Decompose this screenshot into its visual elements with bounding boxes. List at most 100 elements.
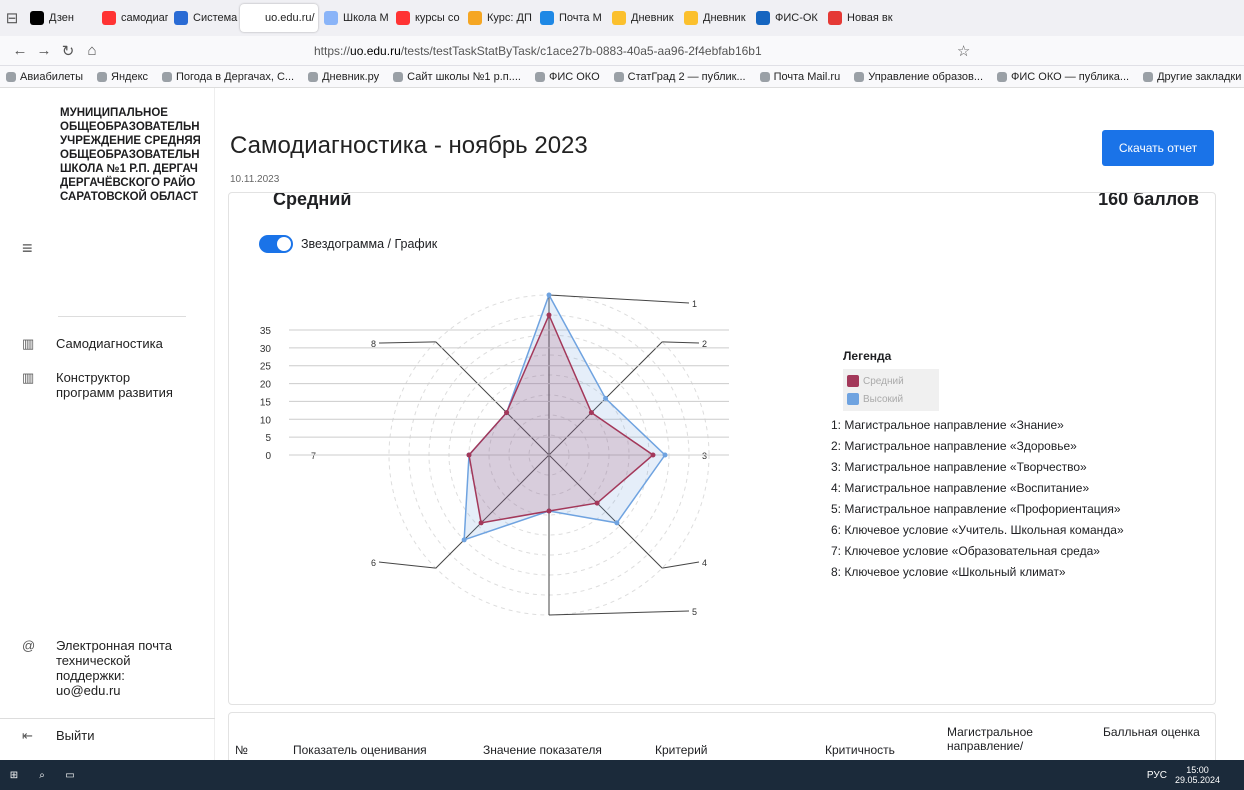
browser-tab[interactable]: Дневник <box>606 4 678 32</box>
bookmark-item[interactable]: Управление образов... <box>854 71 983 83</box>
sidebar-item-selfdiag[interactable]: ▥ Самодиагностика <box>22 336 163 352</box>
y-tick-label: 35 <box>260 326 272 337</box>
tab-favicon-icon <box>30 11 44 25</box>
search-icon[interactable]: ⌕ <box>28 760 56 790</box>
clock[interactable]: 15:00 29.05.2024 <box>1175 765 1220 785</box>
axis-leader <box>378 561 436 569</box>
reload-icon[interactable]: ↻ <box>56 42 80 60</box>
data-point <box>466 452 472 458</box>
tab-favicon-icon <box>612 11 626 25</box>
axis-description: 4: Магистральное направление «Воспитание… <box>831 481 1090 495</box>
browser-tab[interactable]: ФИС-ОК <box>750 4 822 32</box>
forward-icon[interactable]: → <box>32 42 56 59</box>
radar-chart: 1234567805101520253035 <box>260 292 729 617</box>
legend-item[interactable]: Средний <box>847 372 935 390</box>
bookmark-item[interactable]: Сайт школы №1 р.п.... <box>393 71 521 83</box>
bookmark-item[interactable]: Другие закладки <box>1143 71 1241 83</box>
windows-start-icon[interactable]: ⊞ <box>0 760 28 790</box>
page-title: Самодиагностика - ноябрь 2023 <box>230 132 588 159</box>
table-header-cell[interactable]: Значение показателя <box>483 743 602 757</box>
bookmark-item[interactable]: Яндекс <box>97 71 148 83</box>
browser-tab[interactable]: Почта М <box>534 4 606 32</box>
browser-tab[interactable]: Дневник <box>678 4 750 32</box>
axis-tick-label: 1 <box>692 299 697 309</box>
table-header-cell[interactable]: Критерий <box>655 743 707 757</box>
legend: Легенда Средний Высокий <box>843 349 939 411</box>
browser-tab[interactable]: курсы со <box>390 4 462 32</box>
hamburger-icon[interactable]: ≡ <box>22 238 33 259</box>
browser-tab[interactable]: Курс: ДП <box>462 4 534 32</box>
tab-favicon-icon <box>468 11 482 25</box>
axis-leader <box>548 294 690 304</box>
axis-tick-label: 7 <box>311 451 316 461</box>
data-point <box>594 500 600 506</box>
bookmark-item[interactable]: СтатГрад 2 — публик... <box>613 71 746 83</box>
back-icon[interactable]: ← <box>8 42 32 59</box>
bookmark-label: Другие закладки <box>1157 70 1242 83</box>
bookmark-item[interactable]: Почта Mail.ru <box>759 71 840 83</box>
bookmark-label: Яндекс <box>111 70 149 83</box>
tab-label: Курс: ДП <box>487 12 532 24</box>
tab-label: Дневник <box>631 12 674 24</box>
axis-description: 1: Магистральное направление «Знание» <box>831 418 1064 432</box>
tab-label: Почта М <box>559 12 602 24</box>
bookmark-item[interactable]: Погода в Дергачах, С... <box>162 71 294 83</box>
support-text: Электронная почта технической поддержки:… <box>56 638 173 698</box>
browser-tab[interactable]: Школа М <box>318 4 390 32</box>
bookmark-label: Управление образов... <box>868 70 984 83</box>
taskbar: ⊞ ⌕ ▭ РУС 15:00 29.05.2024 <box>0 760 1244 790</box>
browser-tab[interactable]: Новая вк <box>822 4 894 32</box>
data-point <box>650 452 656 458</box>
table-header-cell[interactable]: Магистральное направление/ <box>947 725 1057 753</box>
url-domain: uo.edu.ru <box>350 43 401 58</box>
logout-icon: ⇤ <box>22 728 33 743</box>
bookmark-item[interactable]: Дневник.ру <box>308 71 379 83</box>
y-tick-label: 20 <box>260 380 272 391</box>
task-view-icon[interactable]: ▭ <box>56 760 84 790</box>
page-date: 10.11.2023 <box>230 174 280 185</box>
bookmark-icon <box>308 71 319 82</box>
table-header-cell[interactable]: Показатель оценивания <box>293 743 427 757</box>
sidebar-item-constructor[interactable]: ▥ Конструктор программ развития <box>22 370 186 400</box>
bookmark-icon <box>6 71 16 82</box>
school-name-line: САРАТОВСКОЙ ОБЛАСТ <box>60 191 199 203</box>
axis-tick-label: 5 <box>692 607 697 617</box>
url-path: /tests/testTaskStatByTask/c1ace27b-0883-… <box>400 43 762 58</box>
logout-button[interactable]: ⇤ Выйти <box>22 728 95 744</box>
legend-label: Средний <box>863 375 904 387</box>
bookmark-item[interactable]: ФИС ОКО <box>534 71 600 83</box>
bookmark-item[interactable]: ФИС ОКО — публика... <box>997 71 1129 83</box>
bookmark-label: Погода в Дергачах, С... <box>176 70 295 83</box>
books-icon: ▥ <box>22 370 35 385</box>
bookmark-icon <box>97 71 108 82</box>
table-header-cell[interactable]: Критичность <box>825 743 895 757</box>
browser-tab[interactable]: uo.edu.ru/ <box>240 4 318 32</box>
axes-list: 1: Магистральное направление «Знание» 2: … <box>831 415 1124 583</box>
data-point <box>546 312 552 318</box>
table-header-cell[interactable]: № <box>235 743 248 757</box>
browser-tab[interactable]: Дзен <box>24 4 96 32</box>
browser-tab[interactable]: Система <box>168 4 240 32</box>
axis-description: 6: Ключевое условие «Учитель. Школьная к… <box>831 523 1124 537</box>
address-field[interactable]: https://uo.edu.ru/tests/testTaskStatByTa… <box>314 44 762 58</box>
support-email[interactable]: @ Электронная почта технической поддержки… <box>22 638 176 698</box>
bookmark-icon <box>759 71 770 82</box>
school-name-line: МУНИЦИПАЛЬНОЕ <box>60 107 168 119</box>
legend-item[interactable]: Высокий <box>847 390 935 408</box>
axis-description: 5: Магистральное направление «Профориент… <box>831 502 1121 516</box>
data-point <box>478 520 484 526</box>
data-point <box>614 520 620 526</box>
table-header-cell[interactable]: Балльная оценка <box>1103 725 1213 739</box>
bookmark-star-icon[interactable]: ☆ <box>952 42 976 60</box>
home-icon[interactable]: ⌂ <box>80 42 104 59</box>
download-report-button[interactable]: Скачать отчет <box>1102 130 1214 166</box>
bookmark-icon <box>613 71 624 82</box>
axis-leader <box>378 341 436 344</box>
bookmark-item[interactable]: Авиабилеты <box>6 71 83 83</box>
sidebar-item-label: Конструктор программ развития <box>56 370 173 400</box>
browser-tab[interactable]: самодиаг <box>96 4 168 32</box>
lang-indicator[interactable]: РУС <box>1147 770 1167 781</box>
tab-list-icon[interactable]: ⊟ <box>0 9 24 27</box>
legend-swatch <box>847 393 859 405</box>
tab-label: Школа М <box>343 12 389 24</box>
